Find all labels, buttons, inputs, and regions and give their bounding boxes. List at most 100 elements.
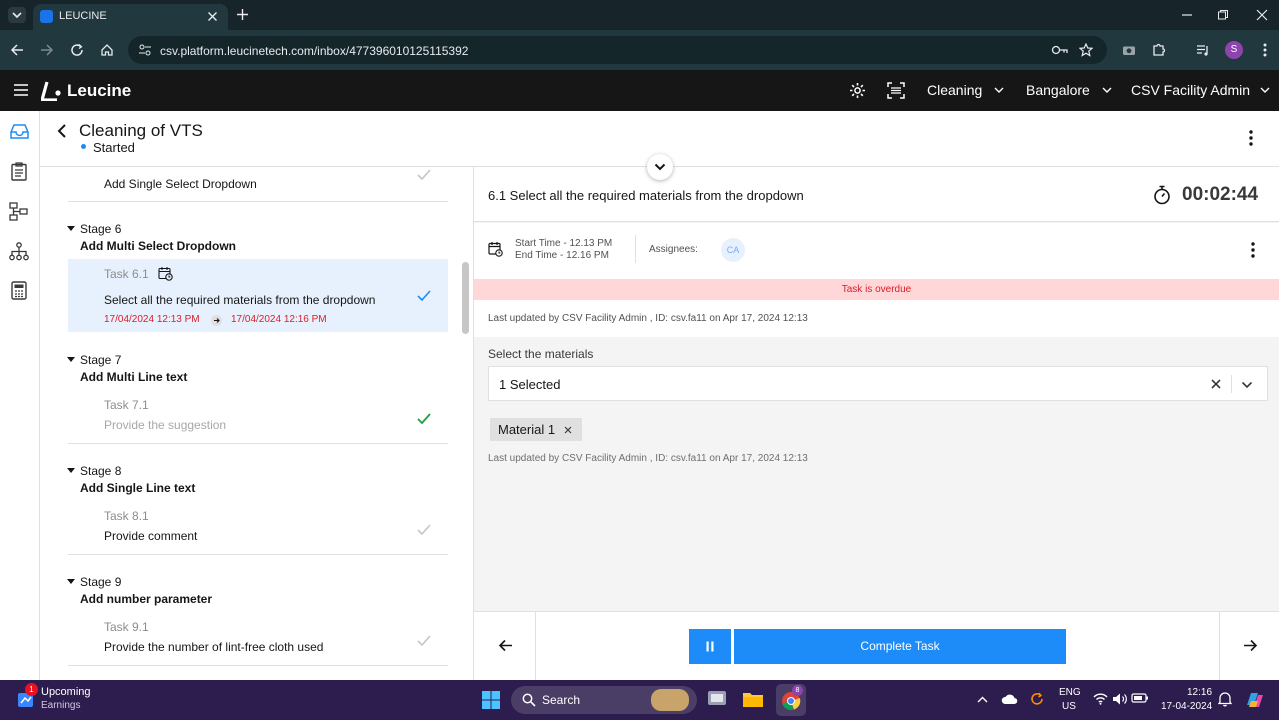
task-item[interactable]: Task 8.1 Provide comment xyxy=(68,501,448,553)
password-key-icon[interactable] xyxy=(1051,44,1069,56)
overdue-banner: Task is overdue xyxy=(474,279,1279,300)
materials-multiselect[interactable]: 1 Selected xyxy=(488,366,1268,401)
task-item-selected[interactable]: Task 6.1 Select all the required materia… xyxy=(68,259,448,332)
scan-qr-icon[interactable] xyxy=(887,82,905,99)
assignee-avatar[interactable]: CA xyxy=(721,238,745,262)
collapse-header-button[interactable] xyxy=(647,154,673,180)
address-bar[interactable]: csv.platform.leucinetech.com/inbox/47739… xyxy=(128,36,1107,64)
close-tab-icon[interactable] xyxy=(207,11,218,22)
material-chip: Material 1 xyxy=(490,418,583,441)
notification-bell-icon[interactable] xyxy=(1218,691,1232,707)
chevron-down-icon xyxy=(12,12,22,19)
settings-gear-icon[interactable] xyxy=(849,82,866,99)
clock-date[interactable]: 17-04-2024 xyxy=(1161,701,1212,712)
stage-number: Stage 6 xyxy=(80,222,122,236)
stage-number: Stage 7 xyxy=(80,353,122,367)
taskbar-search[interactable]: Search xyxy=(511,686,697,714)
leucine-logo-icon xyxy=(41,81,61,101)
multiselect-value: 1 Selected xyxy=(499,377,561,392)
last-updated-text: Last updated by CSV Facility Admin , ID:… xyxy=(488,313,808,324)
chevron-up-icon[interactable] xyxy=(977,696,988,703)
home-icon[interactable] xyxy=(100,43,114,57)
calculator-icon[interactable] xyxy=(11,281,27,300)
module-dropdown[interactable]: Cleaning xyxy=(927,82,1004,98)
arrow-right-icon xyxy=(1244,639,1258,652)
caret-down-icon[interactable] xyxy=(67,579,75,584)
task-end-date: 17/04/2024 12:16 PM xyxy=(231,314,327,325)
complete-task-button[interactable]: Complete Task xyxy=(734,629,1066,664)
stage-name: Add Multi Select Dropdown xyxy=(80,239,236,253)
browser-tab[interactable]: LEUCINE xyxy=(33,4,228,30)
remove-chip-icon[interactable] xyxy=(564,426,572,434)
volume-icon[interactable] xyxy=(1112,692,1127,706)
browser-toolbar: csv.platform.leucinetech.com/inbox/47739… xyxy=(0,30,1279,70)
app-header: Leucine Cleaning Bangalore CSV Facility … xyxy=(0,70,1279,111)
forward-icon[interactable] xyxy=(40,43,54,57)
task-more-options-icon[interactable] xyxy=(1251,242,1255,258)
job-more-options-icon[interactable] xyxy=(1249,130,1253,146)
caret-down-icon[interactable] xyxy=(67,468,75,473)
file-explorer-icon[interactable] xyxy=(742,690,764,708)
task-number: Task 9.1 xyxy=(104,620,149,634)
back-arrow-icon[interactable] xyxy=(57,124,67,138)
chevron-down-icon xyxy=(654,163,666,171)
arrow-left-icon xyxy=(498,639,512,652)
start-time: Start Time - 12.13 PM xyxy=(515,238,613,249)
windows-start-icon[interactable] xyxy=(481,690,501,710)
clear-selection-icon[interactable] xyxy=(1211,379,1221,389)
check-icon xyxy=(417,635,431,646)
site-info-icon[interactable] xyxy=(138,43,152,57)
camera-extension-icon[interactable] xyxy=(1122,44,1136,56)
stage-name: Add Multi Line text xyxy=(80,370,188,384)
profile-avatar[interactable]: S xyxy=(1225,41,1243,59)
reload-icon[interactable] xyxy=(70,43,84,57)
clock-time[interactable]: 12:16 xyxy=(1187,687,1212,698)
user-role-dropdown[interactable]: CSV Facility Admin xyxy=(1131,82,1270,98)
caret-down-icon[interactable] xyxy=(67,357,75,362)
task-number: Task 7.1 xyxy=(104,398,149,412)
minimize-icon[interactable] xyxy=(1181,9,1193,21)
search-placeholder: Search xyxy=(542,693,581,707)
media-controls-icon[interactable] xyxy=(1196,43,1210,57)
inbox-icon[interactable] xyxy=(10,123,29,140)
browser-menu-icon[interactable] xyxy=(1262,42,1268,58)
previous-task-button[interactable] xyxy=(474,612,536,681)
task-item[interactable]: Task 7.1 Provide the suggestion xyxy=(68,390,448,442)
wifi-icon[interactable] xyxy=(1093,692,1108,705)
bookmark-star-icon[interactable] xyxy=(1079,43,1093,57)
language-label[interactable]: ENG xyxy=(1059,687,1081,698)
widgets-button[interactable]: 1 xyxy=(16,683,38,709)
stage-name: Add Single Line text xyxy=(80,481,196,495)
tab-title: LEUCINE xyxy=(59,10,107,22)
tab-search-button[interactable] xyxy=(8,7,26,23)
extensions-puzzle-icon[interactable] xyxy=(1152,42,1167,57)
sync-icon[interactable] xyxy=(1029,691,1045,707)
copilot-icon[interactable] xyxy=(1244,689,1266,711)
chrome-taskbar-button[interactable]: 8 xyxy=(776,684,806,716)
search-icon xyxy=(522,693,536,707)
task-meta-bar: Start Time - 12.13 PM End Time - 12.16 P… xyxy=(474,223,1279,279)
checklist-icon[interactable] xyxy=(11,162,27,181)
task-heading: 6.1 Select all the required materials fr… xyxy=(488,188,804,203)
workflow-icon[interactable] xyxy=(9,202,29,221)
pause-task-button[interactable] xyxy=(689,629,731,664)
keyboard-layout-label[interactable]: US xyxy=(1062,701,1076,712)
stopwatch-icon xyxy=(1154,185,1170,205)
next-task-button[interactable] xyxy=(1219,612,1279,681)
onedrive-cloud-icon[interactable] xyxy=(1001,693,1018,705)
stage-name: Add number parameter xyxy=(80,592,213,606)
new-tab-icon[interactable] xyxy=(236,8,249,21)
task-item[interactable]: Task 9.1 Provide the number of lint-free… xyxy=(68,612,448,664)
task-title[interactable]: Add Single Select Dropdown xyxy=(104,177,257,191)
close-window-icon[interactable] xyxy=(1256,9,1268,21)
back-icon[interactable] xyxy=(10,43,24,57)
caret-down-icon[interactable] xyxy=(67,226,75,231)
hamburger-menu-icon[interactable] xyxy=(13,83,29,97)
chevron-down-icon[interactable] xyxy=(1241,381,1253,389)
task-view-icon[interactable] xyxy=(707,690,727,708)
battery-icon[interactable] xyxy=(1131,692,1149,704)
task-list-scrollbar[interactable] xyxy=(462,262,469,334)
facility-dropdown[interactable]: Bangalore xyxy=(1026,82,1112,98)
restore-icon[interactable] xyxy=(1217,9,1229,21)
hierarchy-icon[interactable] xyxy=(9,242,29,261)
